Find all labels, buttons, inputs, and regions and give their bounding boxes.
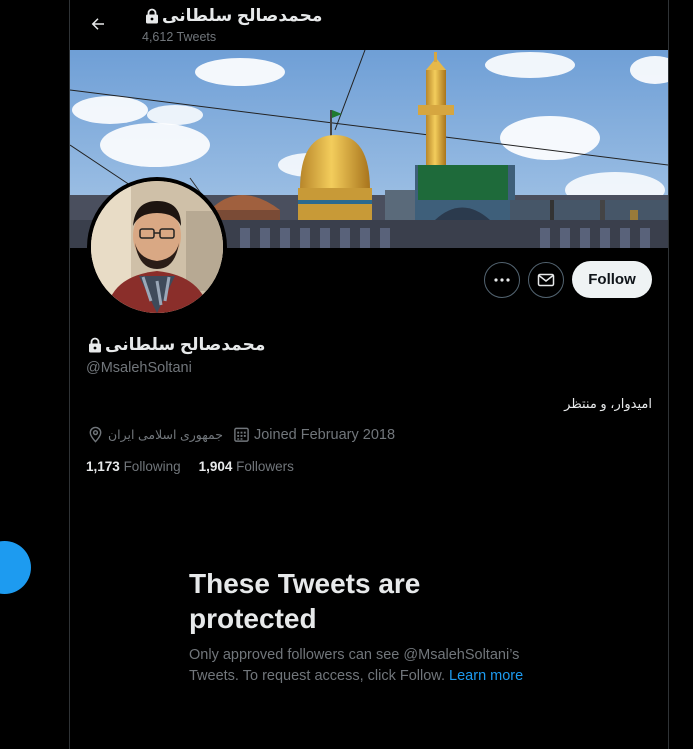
followers-link[interactable]: 1,904 Followers: [199, 459, 294, 474]
floating-action-button[interactable]: [0, 541, 31, 594]
profile-location: جمهوری اسلامی ایران: [87, 426, 223, 443]
profile-handle: @MsalehSoltani: [86, 360, 192, 376]
location-pin-icon: [89, 426, 102, 443]
calendar-icon: [234, 427, 249, 442]
follow-button[interactable]: Follow: [572, 261, 652, 298]
more-icon: [494, 278, 510, 282]
protected-lock-icon: [89, 337, 101, 353]
following-count: 1,173: [86, 459, 120, 474]
header-tweet-count: 4,612 Tweets: [142, 30, 217, 44]
back-button[interactable]: [82, 8, 114, 40]
lock-icon: [146, 8, 158, 24]
arrow-left-icon: [91, 18, 104, 30]
location-text: جمهوری اسلامی ایران: [108, 428, 223, 442]
profile-header-bar: محمدصالح سلطانی 4,612 Tweets: [70, 0, 668, 50]
column-right-border: [668, 0, 669, 749]
profile-meta: جمهوری اسلامی ایران Joined February 2018: [87, 426, 405, 443]
profile-name-text: محمدصالح سلطانی: [105, 335, 266, 354]
more-options-button[interactable]: [484, 262, 520, 298]
header-title: محمدصالح سلطانی: [144, 6, 322, 26]
profile-avatar[interactable]: [87, 177, 227, 317]
profile-joined: Joined February 2018: [233, 426, 395, 443]
joined-text: Joined February 2018: [253, 426, 396, 443]
followers-count: 1,904: [198, 459, 233, 474]
header-display-name: محمدصالح سلطانی: [162, 6, 323, 25]
profile-bio: امیدوار، و منتظر: [564, 396, 652, 411]
protected-message: Only approved followers can see @MsalehS…: [189, 645, 549, 687]
following-link[interactable]: 1,173 Following: [86, 459, 181, 474]
followers-label: Followers: [236, 459, 294, 474]
learn-more-link[interactable]: Learn more: [449, 668, 523, 684]
protected-title: These Tweets are protected: [189, 568, 421, 634]
avatar-image: [91, 181, 223, 313]
following-label: Following: [123, 459, 181, 474]
message-button[interactable]: [528, 262, 564, 298]
profile-stats: 1,173 Following 1,904 Followers: [86, 459, 312, 474]
profile-display-name: محمدصالح سلطانی: [87, 335, 265, 355]
envelope-icon: [537, 273, 555, 287]
